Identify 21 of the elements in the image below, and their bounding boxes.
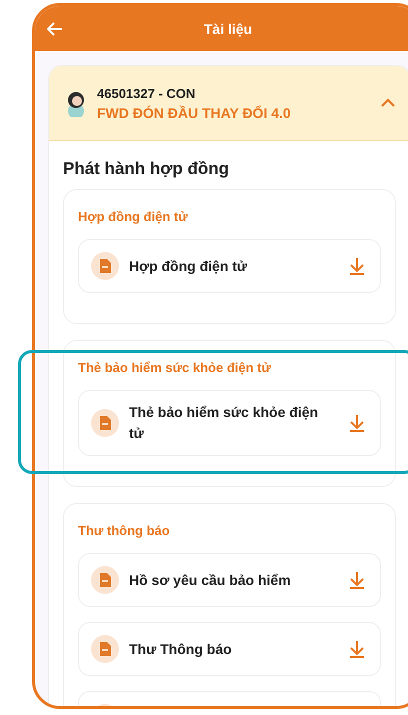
chevron-icon[interactable] xyxy=(380,98,396,108)
document-item[interactable]: Hồ sơ yêu cầu bảo hiểm xyxy=(78,553,381,607)
product-name: FWD ĐÓN ĐẦU THAY ĐỔI 4.0 xyxy=(97,104,292,120)
pdf-file-icon xyxy=(91,409,119,437)
contract-number: 46501327 - CON xyxy=(97,86,196,100)
download-icon[interactable] xyxy=(348,639,366,659)
group-title: Thư thông báo xyxy=(78,523,171,538)
group-title: Hợp đồng điện tử xyxy=(78,209,189,224)
pdf-file-icon xyxy=(91,252,119,280)
screen-title: Tài liệu xyxy=(204,20,252,36)
section-heading: Phát hành hợp đồng xyxy=(63,159,230,179)
group-title: Thẻ bảo hiểm sức khỏe điện tử xyxy=(78,360,272,375)
download-icon[interactable] xyxy=(348,413,366,433)
download-icon[interactable] xyxy=(348,570,366,590)
pdf-file-icon xyxy=(91,566,119,594)
back-arrow-icon[interactable] xyxy=(47,22,63,36)
document-item[interactable]: Thư Thông báo xyxy=(78,622,381,676)
pdf-file-icon xyxy=(91,635,119,663)
document-item[interactable]: Thẻ bảo hiểm sức khỏe điện tử xyxy=(78,390,381,456)
document-item[interactable]: Hợp đồng điện tử xyxy=(78,239,381,293)
download-icon[interactable] xyxy=(348,256,366,276)
